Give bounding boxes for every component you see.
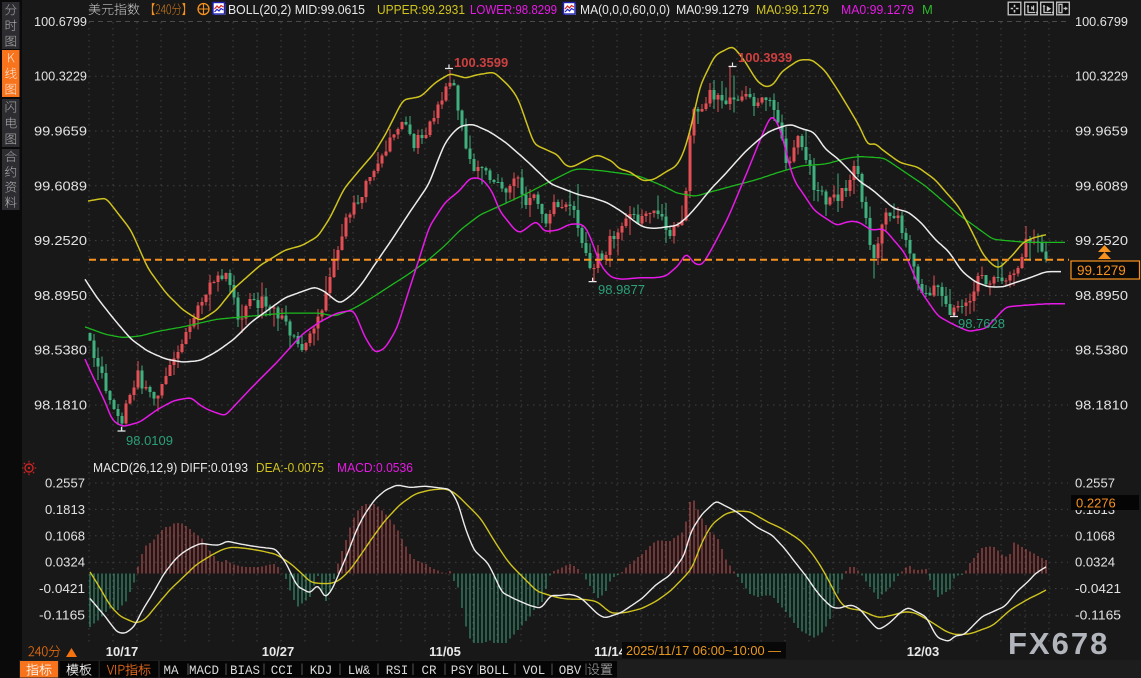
- svg-text:LOWER:98.8299: LOWER:98.8299: [470, 2, 557, 17]
- svg-text:MA: MA: [163, 664, 179, 678]
- svg-text:LW&: LW&: [348, 664, 371, 678]
- svg-text:CR: CR: [421, 664, 437, 678]
- svg-text:-0.1165: -0.1165: [1075, 608, 1121, 623]
- svg-text:MACD: MACD: [189, 664, 219, 678]
- svg-text:-0.1165: -0.1165: [39, 608, 85, 623]
- svg-text:98.1810: 98.1810: [34, 398, 87, 413]
- svg-text:CCI: CCI: [271, 664, 294, 678]
- svg-text:99.1279: 99.1279: [1077, 263, 1126, 278]
- svg-text:DEA:-0.0075: DEA:-0.0075: [256, 460, 324, 475]
- svg-text:99.6089: 99.6089: [1075, 178, 1128, 193]
- svg-text:PSY: PSY: [451, 664, 474, 678]
- svg-text:98.9877: 98.9877: [598, 282, 645, 297]
- svg-text:OBV: OBV: [559, 664, 582, 678]
- svg-text:-0.0421: -0.0421: [1075, 581, 1121, 596]
- svg-text:MA0:99.1279: MA0:99.1279: [841, 2, 914, 17]
- svg-text:MACD(26,12,9) DIFF:0.0193: MACD(26,12,9) DIFF:0.0193: [93, 460, 248, 475]
- svg-text:99.9659: 99.9659: [34, 124, 87, 139]
- svg-text:MACD:0.0536: MACD:0.0536: [337, 460, 413, 475]
- svg-text:99.9659: 99.9659: [1075, 124, 1128, 139]
- svg-text:98.5380: 98.5380: [1075, 343, 1128, 358]
- svg-text:98.0109: 98.0109: [126, 433, 173, 448]
- svg-text:0.1068: 0.1068: [1075, 528, 1115, 543]
- svg-text:BOLL: BOLL: [479, 664, 509, 678]
- svg-text:12/03: 12/03: [907, 644, 940, 659]
- svg-text:100.3599: 100.3599: [454, 55, 508, 70]
- svg-text:M: M: [922, 2, 933, 17]
- svg-text:BIAS: BIAS: [230, 664, 260, 678]
- svg-text:0.1813: 0.1813: [45, 502, 85, 517]
- svg-text:10/17: 10/17: [106, 644, 139, 659]
- svg-text:BOLL(20,2) MID:99.0615: BOLL(20,2) MID:99.0615: [228, 2, 365, 17]
- svg-text:99.2520: 99.2520: [1075, 233, 1128, 248]
- svg-text:RSI: RSI: [386, 664, 409, 678]
- svg-text:98.8950: 98.8950: [1075, 288, 1128, 303]
- svg-text:0.0324: 0.0324: [1075, 555, 1115, 570]
- svg-text:98.1810: 98.1810: [1075, 398, 1128, 413]
- svg-text:99.2520: 99.2520: [34, 233, 87, 248]
- svg-text:-0.0421: -0.0421: [39, 581, 85, 596]
- svg-text:100.3229: 100.3229: [34, 69, 87, 84]
- svg-text:10/27: 10/27: [262, 644, 295, 659]
- svg-text:FX678: FX678: [1008, 626, 1109, 661]
- svg-text:UPPER:99.2931: UPPER:99.2931: [377, 2, 465, 17]
- svg-text:0.2557: 0.2557: [45, 476, 85, 491]
- svg-text:11/05: 11/05: [429, 644, 461, 659]
- svg-text:100.3229: 100.3229: [1075, 69, 1128, 84]
- svg-text:VOL: VOL: [523, 664, 546, 678]
- svg-text:0.0324: 0.0324: [45, 555, 85, 570]
- svg-text:98.7628: 98.7628: [958, 316, 1005, 331]
- svg-text:98.5380: 98.5380: [34, 343, 87, 358]
- svg-text:0.2557: 0.2557: [1075, 476, 1115, 491]
- svg-text:MA0:99.1279: MA0:99.1279: [676, 2, 749, 17]
- svg-text:0.1068: 0.1068: [45, 528, 85, 543]
- svg-text:0.2276: 0.2276: [1076, 496, 1116, 511]
- svg-text:99.6089: 99.6089: [34, 178, 87, 193]
- svg-text:98.8950: 98.8950: [34, 288, 87, 303]
- svg-text:100.3939: 100.3939: [738, 50, 792, 65]
- svg-text:100.6799: 100.6799: [34, 14, 87, 29]
- svg-text:MA(0,0,0,60,0,0): MA(0,0,0,60,0,0): [580, 2, 670, 17]
- svg-text:100.6799: 100.6799: [1075, 14, 1128, 29]
- svg-text:11/14: 11/14: [594, 644, 627, 659]
- svg-text:2025/11/17 06:00~10:00 —: 2025/11/17 06:00~10:00 —: [626, 643, 781, 658]
- svg-text:MA0:99.1279: MA0:99.1279: [756, 2, 829, 17]
- svg-text:KDJ: KDJ: [310, 664, 333, 678]
